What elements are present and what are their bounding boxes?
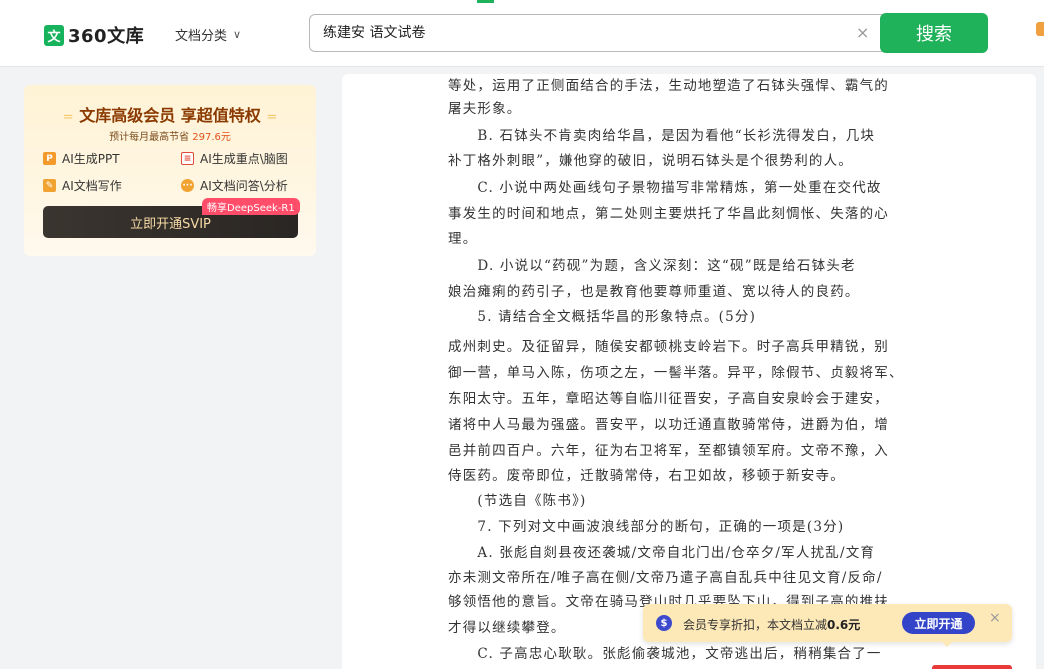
doc-line: 理。 bbox=[448, 231, 478, 247]
discount-amount: 0.6元 bbox=[827, 618, 861, 632]
title-decoration-left: = bbox=[62, 110, 74, 125]
chat-icon: ··· bbox=[181, 179, 194, 192]
top-accent bbox=[477, 0, 494, 3]
search-box: × bbox=[309, 14, 885, 52]
title-decoration-right: = bbox=[266, 110, 278, 125]
vip-title-text: 文库高级会员 享超值特权 bbox=[79, 106, 261, 125]
document-page: 等处，运用了正侧面结合的手法，生动地塑造了石钵头强悍、霸气的 屠夫形象。 B. … bbox=[342, 74, 1036, 669]
doc-line: 屠夫形象。 bbox=[448, 101, 522, 117]
doc-line: C. 小说中两处画线句子景物描写非常精炼，第一处重在交代故 bbox=[448, 180, 882, 196]
search-input[interactable] bbox=[323, 24, 823, 40]
deepseek-badge: 畅享DeepSeek-R1 bbox=[202, 198, 300, 215]
doc-line: 才得以继续攀登。 bbox=[448, 620, 566, 636]
vip-promo-card: = 文库高级会员 享超值特权 = 预计每月最高节省 297.6元 P AI生成P… bbox=[24, 85, 316, 256]
open-membership-button[interactable]: 立即开通 bbox=[902, 612, 975, 634]
top-header: 文 360文库 文档分类 ∨ × 搜索 bbox=[0, 0, 1044, 67]
feature-ai-writing: ✎ AI文档写作 bbox=[43, 177, 122, 194]
banner-pointer bbox=[941, 641, 953, 647]
feature-ai-qa: ··· AI文档问答\分析 bbox=[181, 177, 288, 194]
mindmap-icon: ≡ bbox=[181, 152, 194, 165]
bottom-action-button[interactable] bbox=[932, 665, 1012, 669]
logo[interactable]: 文 360文库 bbox=[44, 22, 144, 48]
side-tool-icon[interactable] bbox=[1036, 22, 1044, 36]
doc-line: A. 张彪自剡县夜还袭城/文帝自北门出/仓卒夕/军人扰乱/文育 bbox=[448, 545, 876, 561]
doc-line: B. 石钵头不肯卖肉给华昌，是因为看他“长衫洗得发白，几块 bbox=[448, 128, 876, 144]
discount-text-prefix: 会员专享折扣，本文档立减 bbox=[683, 618, 828, 632]
doc-line: 亦未测文帝所在/唯子高在侧/文帝乃遣子高自乱兵中往见文育/反命/ bbox=[448, 570, 883, 586]
close-icon[interactable]: × bbox=[989, 610, 1001, 626]
doc-line: 东阳太守。五年，章昭达等自临川征晋安，子高自安泉岭会于建安， bbox=[448, 391, 889, 407]
discount-icon: $ bbox=[656, 615, 672, 631]
logo-icon: 文 bbox=[44, 24, 64, 46]
vip-title: = 文库高级会员 享超值特权 = bbox=[24, 102, 316, 126]
feature-label: AI文档写作 bbox=[62, 179, 122, 193]
doc-line: 等处，运用了正侧面结合的手法，生动地塑造了石钵头强悍、霸气的 bbox=[448, 78, 889, 94]
feature-label: AI生成PPT bbox=[62, 152, 120, 166]
feature-label: AI文档问答\分析 bbox=[200, 179, 288, 193]
doc-line: (节选自《陈书》) bbox=[448, 493, 587, 509]
doc-line: C. 子高忠心耿耿。张彪偷袭城池，文帝逃出后，稍稍集合了一 bbox=[448, 646, 882, 662]
doc-line: 诸将中人马最为强盛。晋安平，以功迁通直散骑常侍，进爵为伯，增 bbox=[448, 417, 889, 433]
doc-line: 7. 下列对文中画波浪线部分的断句，正确的一项是(3分) bbox=[448, 519, 845, 535]
category-menu[interactable]: 文档分类 ∨ bbox=[175, 25, 241, 44]
doc-line: 娘治瘫痢的药引子，也是教育他要尊师重道、宽以待人的良药。 bbox=[448, 284, 860, 300]
pen-icon: ✎ bbox=[43, 179, 56, 192]
doc-line: 御一营，单马入陈，伤项之左，一髻半落。异平，除假节、贞毅将军、 bbox=[448, 365, 904, 381]
discount-text: 会员专享折扣，本文档立减0.6元 bbox=[683, 616, 860, 633]
ppt-icon: P bbox=[43, 152, 56, 165]
doc-line: 成州刺史。及征留异，随侯安都顿桃支岭岩下。时子高兵甲精锐，别 bbox=[448, 339, 889, 355]
doc-line: 5. 请结合全文概括华昌的形象特点。(5分) bbox=[448, 309, 757, 325]
clear-icon[interactable]: × bbox=[856, 23, 869, 42]
search-button[interactable]: 搜索 bbox=[880, 13, 988, 53]
member-discount-banner: $ 会员专享折扣，本文档立减0.6元 立即开通 × bbox=[643, 604, 1012, 647]
feature-ai-mindmap: ≡ AI生成重点\脑图 bbox=[181, 150, 288, 167]
doc-line: 邑并前四百户。六年，征为右卫将军，至都镇领军府。文帝不豫，入 bbox=[448, 443, 889, 459]
feature-label: AI生成重点\脑图 bbox=[200, 152, 288, 166]
vip-subtitle-text: 预计每月最高节省 bbox=[109, 132, 190, 143]
doc-line: D. 小说以“药砚”为题，含义深刻：这“砚”既是给石钵头老 bbox=[448, 258, 856, 274]
vip-savings-price: 297.6元 bbox=[192, 132, 231, 143]
doc-line: 事发生的时间和地点，第二处则主要烘托了华昌此刻惆怅、失落的心 bbox=[448, 206, 889, 222]
feature-ai-ppt: P AI生成PPT bbox=[43, 150, 120, 167]
chevron-down-icon: ∨ bbox=[233, 28, 242, 41]
doc-line: 补丁格外刺眼”，嫌他穿的破旧，说明石钵头是个很势利的人。 bbox=[448, 153, 854, 169]
logo-text: 360文库 bbox=[68, 26, 145, 47]
category-menu-label: 文档分类 bbox=[175, 29, 228, 44]
vip-subtitle: 预计每月最高节省 297.6元 bbox=[24, 128, 316, 143]
doc-line: 侍医药。废帝即位，迁散骑常侍，右卫如故，移顿于新安寺。 bbox=[448, 468, 845, 484]
